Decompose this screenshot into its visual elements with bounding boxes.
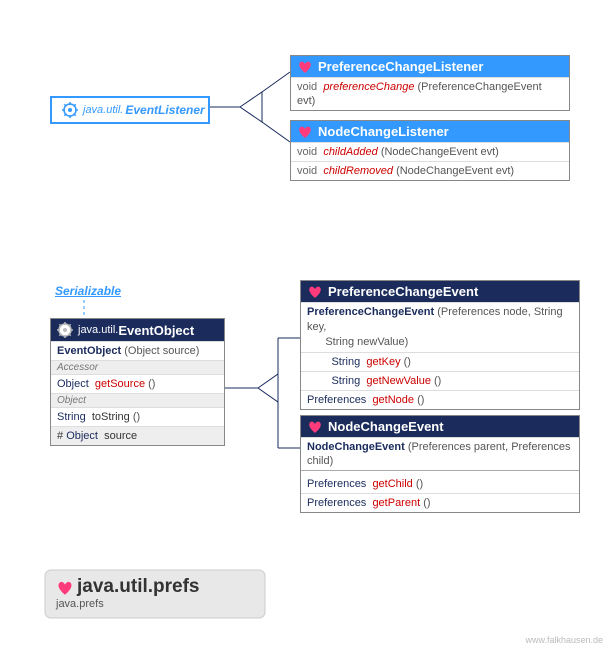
method-row: String getNewValue (): [301, 371, 579, 390]
field-row: # Object source: [51, 426, 224, 445]
package-subtitle: java.prefs: [56, 598, 200, 610]
title: NodeChangeEvent: [328, 419, 444, 434]
method-row: String getKey (): [301, 352, 579, 371]
class-name: EventObject: [118, 323, 194, 338]
method-row: Object getSource (): [51, 374, 224, 393]
package-box: java.util.prefs java.prefs: [56, 576, 200, 610]
gear-icon: [57, 322, 73, 338]
box-header: NodeChangeEvent: [301, 416, 579, 437]
section-label: Accessor: [51, 360, 224, 374]
package-title: java.util.prefs: [77, 576, 200, 598]
method-row: Preferences getChild (): [301, 470, 579, 493]
title: NodeChangeListener: [318, 124, 449, 139]
box-header: PreferenceChangeEvent: [301, 281, 579, 302]
class-preferencechangeevent: PreferenceChangeEvent PreferenceChangeEv…: [300, 280, 580, 410]
interface-eventlistener: java.util.EventListener: [50, 96, 210, 124]
box-header: PreferenceChangeListener: [291, 56, 569, 77]
method-row: Preferences getParent (): [301, 493, 579, 512]
package-prefix: java.util.: [83, 104, 123, 116]
constructor-row: NodeChangeEvent (Preferences parent, Pre…: [301, 437, 579, 470]
method-row: void childRemoved (NodeChangeEvent evt): [291, 161, 569, 180]
box-header: java.util.EventObject: [51, 319, 224, 341]
heart-icon: [56, 580, 72, 594]
heart-icon: [307, 285, 323, 299]
class-eventobject: java.util.EventObject EventObject (Objec…: [50, 318, 225, 446]
title: PreferenceChangeEvent: [328, 284, 478, 299]
method-row: void childAdded (NodeChangeEvent evt): [291, 142, 569, 161]
section-label: Object: [51, 393, 224, 407]
heart-icon: [307, 420, 323, 434]
interface-nodechangelistener: NodeChangeListener void childAdded (Node…: [290, 120, 570, 181]
constructor-row: EventObject (Object source): [51, 341, 224, 360]
gear-icon: [62, 102, 78, 118]
method-row: void preferenceChange (PreferenceChangeE…: [291, 77, 569, 110]
class-nodechangeevent: NodeChangeEvent NodeChangeEvent (Prefere…: [300, 415, 580, 513]
heart-icon: [297, 125, 313, 139]
heart-icon: [297, 60, 313, 74]
package-prefix: java.util.: [78, 324, 118, 336]
credit-text: www.falkhausen.de: [525, 635, 603, 645]
method-row: Preferences getNode (): [301, 390, 579, 409]
interface-serializable-label: Serializable: [55, 284, 121, 298]
title: PreferenceChangeListener: [318, 59, 483, 74]
interface-preferencechangelistener: PreferenceChangeListener void preference…: [290, 55, 570, 111]
constructor-row: PreferenceChangeEvent (Preferences node,…: [301, 302, 579, 352]
method-row: String toString (): [51, 407, 224, 426]
box-header: NodeChangeListener: [291, 121, 569, 142]
interface-name: EventListener: [125, 103, 204, 117]
